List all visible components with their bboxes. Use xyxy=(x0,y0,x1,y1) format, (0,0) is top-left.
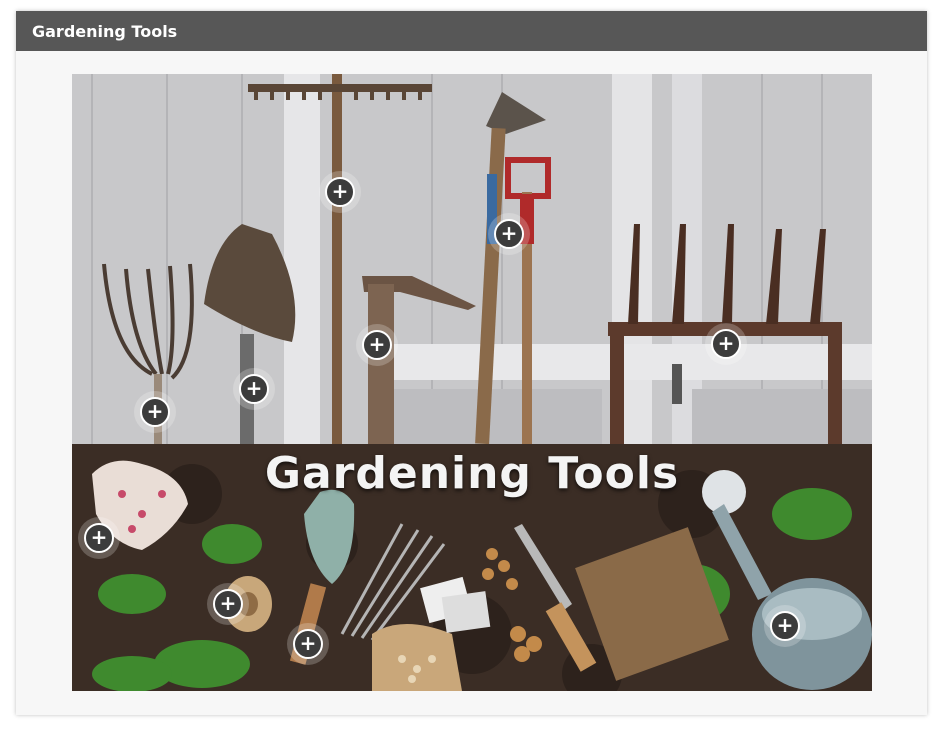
plus-icon: + xyxy=(219,591,237,615)
hotspot-adze[interactable]: + xyxy=(362,330,392,360)
gardening-tools-image: Gardening Tools + + + + + + + + + + xyxy=(72,74,872,691)
hotspot-hoe[interactable]: + xyxy=(494,219,524,249)
door-panel xyxy=(382,389,602,444)
plus-icon: + xyxy=(90,525,108,549)
plus-icon: + xyxy=(776,613,794,637)
plus-icon: + xyxy=(245,376,263,400)
hotspot-pitchfork-rack[interactable]: + xyxy=(711,329,741,359)
image-caption: Gardening Tools xyxy=(264,448,680,499)
plus-icon: + xyxy=(146,399,164,423)
shed-wall xyxy=(72,74,872,444)
hotspot-garden-fork[interactable]: + xyxy=(140,397,170,427)
interactive-card: Gardening Tools Gardening Tools + + + + … xyxy=(16,11,927,715)
card-title: Gardening Tools xyxy=(32,21,178,41)
door-panel-2 xyxy=(692,389,872,444)
hotspot-shovel[interactable]: + xyxy=(239,374,269,404)
seed-bag-drawing xyxy=(372,624,462,691)
hotspot-gardening-gloves[interactable]: + xyxy=(84,523,114,553)
plus-icon: + xyxy=(331,179,349,203)
hotspot-twine-spool[interactable]: + xyxy=(213,589,243,619)
plus-icon: + xyxy=(368,332,386,356)
plus-icon: + xyxy=(500,221,518,245)
door-handle xyxy=(672,364,682,404)
scene-illustration xyxy=(72,74,872,691)
plus-icon: + xyxy=(717,331,735,355)
hotspot-watering-can[interactable]: + xyxy=(770,611,800,641)
door-trim-left xyxy=(284,74,320,444)
hotspot-hand-trowel[interactable]: + xyxy=(293,629,323,659)
card-header: Gardening Tools xyxy=(16,11,927,51)
plus-icon: + xyxy=(299,631,317,655)
hotspot-rake[interactable]: + xyxy=(325,177,355,207)
